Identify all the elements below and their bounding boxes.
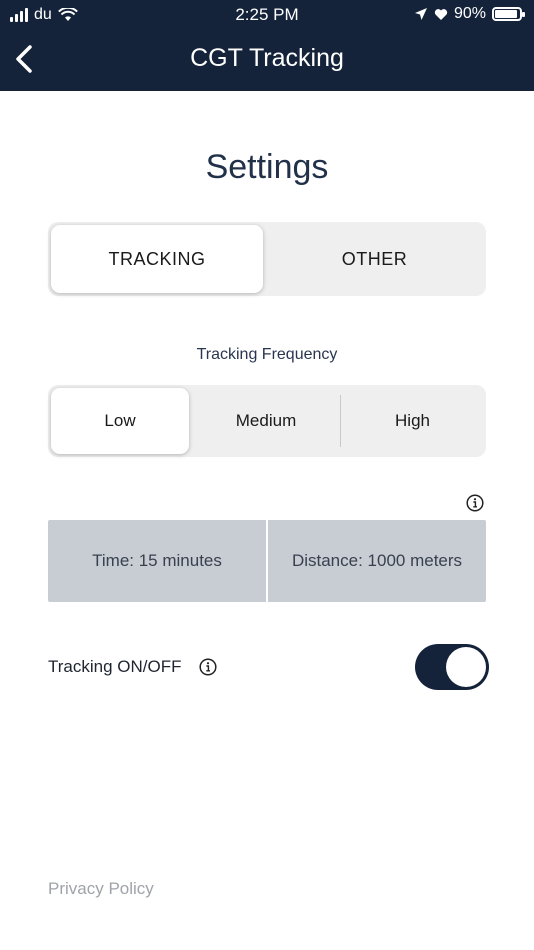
privacy-policy-link[interactable]: Privacy Policy <box>48 879 154 899</box>
battery-fill <box>495 10 517 18</box>
tracking-info-icon[interactable] <box>199 658 217 676</box>
battery-percent: 90% <box>453 5 486 22</box>
time-interval-text: Time: 15 minutes <box>92 551 222 570</box>
heart-icon <box>434 8 448 20</box>
status-right: 90% <box>414 5 525 23</box>
tab-tracking[interactable]: TRACKING <box>51 225 263 293</box>
page-title: Settings <box>205 148 329 186</box>
tracking-frequency-label: Tracking Frequency <box>196 346 338 363</box>
interval-info-panel: Time: 15 minutes Distance: 1000 meters <box>48 520 486 602</box>
battery-icon <box>492 7 525 21</box>
status-bar: du 2:25 PM 90% <box>0 0 534 30</box>
tracking-toggle-switch[interactable] <box>415 644 489 690</box>
nav-title: CGT Tracking <box>190 44 344 72</box>
frequency-selector: Low Medium High <box>48 385 486 457</box>
location-arrow-icon <box>414 8 427 20</box>
frequency-low-option[interactable]: Low <box>51 388 189 454</box>
tracking-toggle-label: Tracking ON/OFF <box>48 657 182 676</box>
frequency-high-option[interactable]: High <box>341 388 484 454</box>
app-header: du 2:25 PM 90% CGT Tracking <box>0 0 534 91</box>
tab-other[interactable]: OTHER <box>266 225 483 293</box>
info-icon[interactable] <box>466 494 484 512</box>
distance-interval-text: Distance: 1000 meters <box>291 551 463 570</box>
toggle-knob <box>446 647 486 687</box>
settings-tabs: TRACKING OTHER <box>48 222 486 296</box>
frequency-medium-option[interactable]: Medium <box>192 388 340 454</box>
